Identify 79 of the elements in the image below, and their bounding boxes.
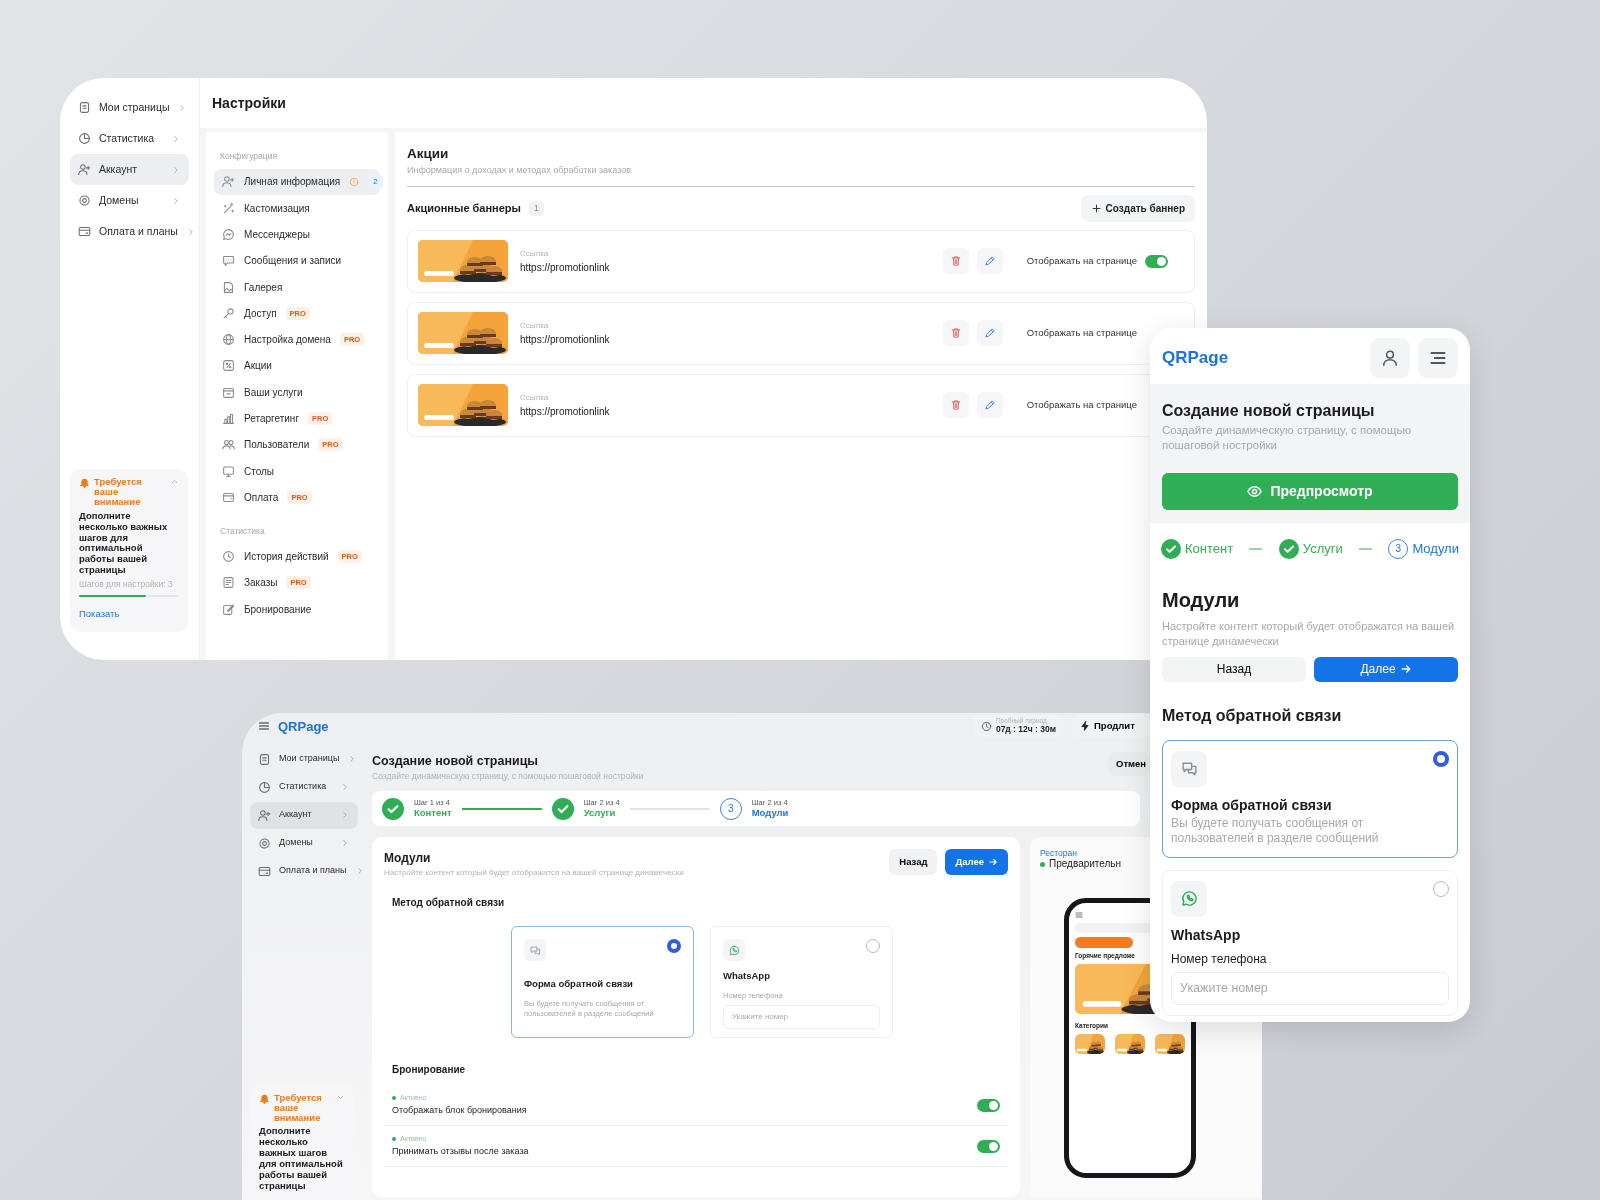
section-heading: Конфигурация	[219, 150, 279, 163]
section-title: Бронирование	[391, 1063, 467, 1078]
logo: QRPage	[1162, 347, 1230, 370]
nav-item[interactable]: Мои страницы	[250, 745, 358, 773]
menu-item[interactable]: Ваши услуги	[214, 379, 380, 406]
nav-item[interactable]: Аккаунт	[70, 154, 189, 185]
module-title: Модули	[1162, 587, 1241, 613]
step-label: Модули	[1412, 540, 1459, 559]
link-text: https://promotionlink	[520, 332, 610, 347]
back-button[interactable]: Назад	[889, 849, 938, 876]
menu-item[interactable]: Столы	[214, 458, 380, 485]
step-label: Модули	[751, 806, 789, 818]
notice-text: Дополните несколько важных шагов для оптимальной работы вашей страницы	[259, 1126, 344, 1192]
banners-title: Акционные баннеры	[407, 201, 521, 216]
section-title: Метод обратной связи	[391, 896, 506, 911]
option-title: Форма обратной связи	[524, 977, 634, 992]
count-badge: 1	[529, 200, 544, 216]
section-title: Метод обратной связи	[1162, 705, 1343, 726]
setting-label: Отображать блок бронирования	[392, 1103, 528, 1117]
nav-item[interactable]: Домены	[70, 185, 189, 216]
back-button[interactable]: Назад	[1162, 656, 1306, 682]
notice-title: Требуется ваше внимание	[274, 1092, 323, 1123]
nav-item[interactable]: Аккаунт	[250, 801, 358, 829]
step-label: Контент	[1185, 540, 1234, 559]
create-banner-button[interactable]: Создать баннер	[1080, 194, 1195, 222]
display-label: Отображать на странице	[1026, 398, 1137, 413]
link-text: https://promotionlink	[520, 404, 610, 419]
cancel-button[interactable]: Отмен	[1108, 751, 1150, 776]
nav-item[interactable]: Мои страницы	[70, 92, 189, 123]
nav-item[interactable]: Оплата и планы	[70, 216, 189, 247]
module-subtitle: Настройте контент который будет отображатся на вашей странице динамечески	[1162, 618, 1456, 649]
link-label: Ссылка	[520, 319, 550, 332]
section-heading: Статистика	[219, 524, 266, 538]
page-title: Настройки	[212, 93, 286, 113]
page-title: Создание новой страницы	[372, 752, 539, 770]
display-label: Отображать на странице	[1026, 326, 1137, 341]
menu-item[interactable]: Галерея	[214, 273, 380, 301]
menu-item[interactable]: Сообщения и записи	[214, 247, 380, 274]
link-label: Ссылка	[520, 391, 550, 404]
field-label: Номер телефона	[1171, 950, 1268, 968]
option-card[interactable]: Форма обратной связи Вы будете получать сообщения от пользователей в разделе сообщений	[1162, 739, 1458, 858]
link-label: Ссылка	[520, 247, 550, 260]
menu-item[interactable]: Бронирование	[214, 595, 380, 623]
menu-item[interactable]: Мессенджеры	[214, 221, 380, 248]
option-title: WhatsApp	[723, 969, 771, 984]
page-subtitle: Создайте динамическую страницу, с помощью пошаговой ностройки	[1162, 423, 1413, 453]
next-button[interactable]: Далее	[945, 849, 1008, 876]
phone-field[interactable]: Укажите номер	[1171, 971, 1449, 1005]
setting-label: Принимать отзывы после заказа	[392, 1144, 530, 1158]
nav-item[interactable]: Статистика	[70, 123, 189, 154]
notice-text: Дополните несколько важных шагов для оптимальной работы вашей страницы	[79, 510, 169, 577]
category-label: Ресторан	[1040, 849, 1078, 859]
nav-item[interactable]: Статистика	[250, 773, 358, 801]
notice-title: Требуется ваше внимание	[94, 476, 143, 507]
nav-item[interactable]: Оплата и планы	[250, 857, 358, 885]
logo: QRPage	[278, 717, 329, 736]
menu-item[interactable]: Кастомизация	[214, 195, 380, 222]
page-title: Создание новой страницы	[1162, 401, 1376, 421]
phone-field[interactable]: Укажите номер	[723, 1005, 880, 1030]
option-title: WhatsApp	[1171, 925, 1242, 945]
module-title: Модули	[384, 850, 432, 868]
module-subtitle: Настройте контент который будет отображатся на вашей странице динамечески	[384, 867, 685, 880]
menu-item[interactable]: Акции	[214, 352, 380, 380]
section-title: Акции	[407, 145, 450, 163]
option-text: Вы будете получать сообщения от пользователей в разделе сообщений	[1171, 815, 1380, 847]
step-label: Услуги	[583, 806, 617, 818]
step-label: Услуги	[1302, 540, 1343, 559]
step-label: Контент	[414, 806, 452, 818]
show-link[interactable]: Показать	[79, 607, 120, 622]
display-label: Отображать на странице	[1026, 254, 1137, 269]
steps-label: Шагов для настройки: 3	[79, 578, 174, 591]
nav-item[interactable]: Домены	[250, 829, 358, 857]
section-subtitle: Информация о доходах и методах обработки заказов	[407, 164, 632, 178]
count-badge: 2	[368, 174, 383, 189]
option-card[interactable]: WhatsApp Номер телефона Укажите номер	[1162, 869, 1458, 1016]
option-title: Форма обратной связи	[1171, 795, 1333, 815]
link-text: https://promotionlink	[520, 260, 610, 275]
menu-item[interactable]: Личная информация 2	[214, 168, 380, 196]
next-button[interactable]: Далее	[1314, 656, 1458, 682]
